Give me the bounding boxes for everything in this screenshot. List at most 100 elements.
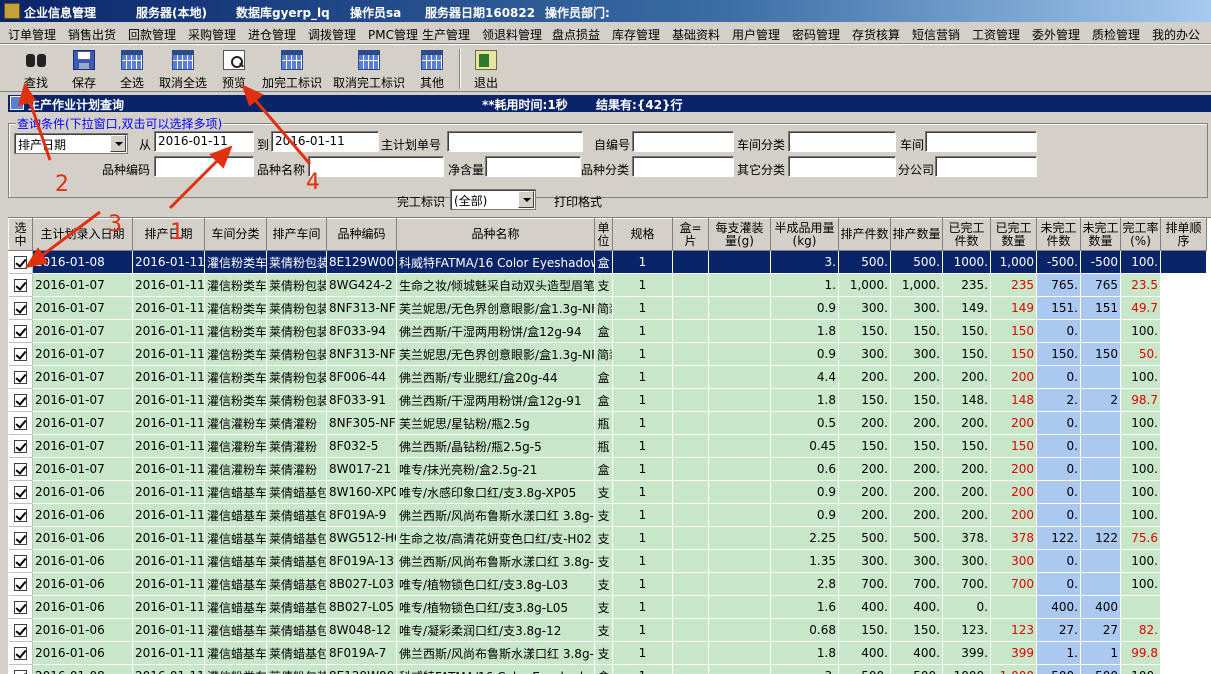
menu-item[interactable]: 我的办公 [1152, 26, 1200, 43]
table-row[interactable]: 2016-01-062016-01-11灌信蜡基车间莱倩蜡基包8F019A-9佛… [8, 503, 1207, 527]
row-checkbox[interactable] [13, 463, 27, 476]
row-checkbox[interactable] [13, 371, 27, 384]
row-checkbox[interactable] [13, 509, 27, 522]
add-done-mark-button[interactable]: 加完工标识 [258, 47, 326, 91]
table-row[interactable]: 2016-01-062016-01-11灌信蜡基车间莱倩蜡基包8B027-L03… [8, 572, 1207, 596]
menu-item[interactable]: 生产管理 [422, 26, 470, 43]
table-row[interactable]: 2016-01-072016-01-11灌信粉类车间莱倩粉包装8F033-94佛… [8, 319, 1207, 343]
table-row[interactable]: 2016-01-072016-01-11灌信灌粉车间莱倩灌粉8F032-5佛兰西… [8, 434, 1207, 458]
row-checkbox[interactable] [13, 624, 27, 637]
menu-item[interactable]: 调拨管理 [308, 26, 356, 43]
done-mark-select[interactable]: (全部) [450, 189, 536, 210]
row-select-cell[interactable] [8, 457, 33, 481]
row-select-cell[interactable] [8, 434, 33, 458]
column-header[interactable]: 排产件数 [838, 218, 891, 251]
column-header[interactable]: 半成品用量(kg) [770, 218, 839, 251]
table-row[interactable]: 2016-01-062016-01-11灌信蜡基车间莱倩蜡基包8WG512-H0… [8, 526, 1207, 550]
menu-item[interactable]: 采购管理 [188, 26, 236, 43]
select-all-button[interactable]: 全选 [112, 47, 152, 91]
net-content-input[interactable] [485, 156, 581, 177]
menu-item[interactable]: 工资管理 [972, 26, 1020, 43]
table-row[interactable]: 2016-01-072016-01-11灌信粉类车间莱倩粉包装8F006-44佛… [8, 365, 1207, 389]
exit-button[interactable]: 退出 [466, 47, 506, 91]
table-row[interactable]: 2016-01-062016-01-11灌信蜡基车间莱倩蜡基包8W160-XP0… [8, 480, 1207, 504]
row-select-cell[interactable] [8, 365, 33, 389]
row-checkbox[interactable] [13, 440, 27, 453]
column-header[interactable]: 规格 [612, 218, 673, 251]
column-header[interactable]: 车间分类 [204, 218, 267, 251]
row-checkbox[interactable] [13, 486, 27, 499]
branch-input[interactable] [935, 156, 1037, 177]
row-checkbox[interactable] [13, 256, 27, 269]
product-code-input[interactable] [154, 156, 254, 177]
row-checkbox[interactable] [13, 394, 27, 407]
row-select-cell[interactable] [8, 595, 33, 619]
column-header[interactable]: 排产车间 [266, 218, 327, 251]
menu-item[interactable]: 进仓管理 [248, 26, 296, 43]
table-row[interactable]: 2016-01-072016-01-11灌信粉类车间莱倩粉包装8F033-91佛… [8, 388, 1207, 412]
row-select-cell[interactable] [8, 342, 33, 366]
other-cat-input[interactable] [788, 156, 896, 177]
row-select-cell[interactable] [8, 526, 33, 550]
column-header[interactable]: 排单顺序 [1160, 218, 1207, 251]
menu-item[interactable]: 领退料管理 [482, 26, 542, 43]
table-row[interactable]: 2016-01-072016-01-11灌信灌粉车间莱倩灌粉8NF305-NF0… [8, 411, 1207, 435]
row-checkbox[interactable] [13, 279, 27, 292]
row-select-cell[interactable] [8, 480, 33, 504]
save-button[interactable]: 保存 [64, 47, 104, 91]
column-header[interactable]: 完工率(%) [1120, 218, 1161, 251]
row-checkbox[interactable] [13, 601, 27, 614]
table-row[interactable]: 2016-01-062016-01-11灌信蜡基车间莱倩蜡基包8F019A-7佛… [8, 641, 1207, 665]
row-checkbox[interactable] [13, 578, 27, 591]
row-select-cell[interactable] [8, 549, 33, 573]
column-header[interactable]: 每支灌装量(g) [708, 218, 771, 251]
row-checkbox[interactable] [13, 325, 27, 338]
date-field-select[interactable]: 排产日期 [14, 133, 128, 154]
column-header[interactable]: 未完工数量 [1080, 218, 1121, 251]
chevron-down-icon[interactable] [518, 191, 534, 208]
menu-item[interactable]: PMC管理 [368, 26, 418, 43]
row-checkbox[interactable] [13, 348, 27, 361]
column-header[interactable]: 未完工件数 [1036, 218, 1081, 251]
deselect-all-button[interactable]: 取消全选 [156, 47, 210, 91]
row-select-cell[interactable] [8, 388, 33, 412]
row-select-cell[interactable] [8, 572, 33, 596]
menu-item[interactable]: 密码管理 [792, 26, 840, 43]
row-select-cell[interactable] [8, 664, 33, 674]
table-row[interactable]: 2016-01-062016-01-11灌信蜡基车间莱倩蜡基包8F019A-13… [8, 549, 1207, 573]
menu-item[interactable]: 回款管理 [128, 26, 176, 43]
column-header[interactable]: 已完工数量 [990, 218, 1037, 251]
column-header[interactable]: 品种名称 [396, 218, 595, 251]
table-row[interactable]: 2016-01-072016-01-11灌信粉类车间莱倩粉包装8NF313-NF… [8, 296, 1207, 320]
table-row[interactable]: 2016-01-082016-01-11灌信粉类车间莱倩粉包装8E129W001… [8, 664, 1207, 674]
column-header[interactable]: 选中 [8, 218, 33, 251]
from-date-input[interactable]: 2016-01-11 [154, 131, 254, 152]
row-checkbox[interactable] [13, 670, 27, 674]
row-select-cell[interactable] [8, 296, 33, 320]
menu-item[interactable]: 库存管理 [612, 26, 660, 43]
row-select-cell[interactable] [8, 273, 33, 297]
table-row[interactable]: 2016-01-072016-01-11灌信粉类车间莱倩粉包装8NF313-NF… [8, 342, 1207, 366]
cancel-done-mark-button[interactable]: 取消完工标识 [330, 47, 408, 91]
to-date-input[interactable]: 2016-01-11 [271, 131, 379, 152]
other-button[interactable]: 其他 [412, 47, 452, 91]
find-button[interactable]: 查找 [14, 47, 58, 91]
menu-item[interactable]: 质检管理 [1092, 26, 1140, 43]
table-row[interactable]: 2016-01-062016-01-11灌信蜡基车间莱倩蜡基包8W048-12唯… [8, 618, 1207, 642]
table-row[interactable]: 2016-01-072016-01-11灌信粉类车间莱倩粉包装8WG424-2生… [8, 273, 1207, 297]
table-row[interactable]: 2016-01-082016-01-11灌信粉类车间莱倩粉包装8E129W001… [8, 250, 1207, 274]
menu-item[interactable]: 存货核算 [852, 26, 900, 43]
menu-item[interactable]: 订单管理 [8, 26, 56, 43]
column-header[interactable]: 排产日期 [132, 218, 205, 251]
self-code-input[interactable] [632, 131, 734, 152]
row-checkbox[interactable] [13, 417, 27, 430]
menu-item[interactable]: 基础资料 [672, 26, 720, 43]
column-header[interactable]: 盒=片 [672, 218, 709, 251]
menu-item[interactable]: 短信营销 [912, 26, 960, 43]
table-row[interactable]: 2016-01-072016-01-11灌信灌粉车间莱倩灌粉8W017-21唯专… [8, 457, 1207, 481]
menu-item[interactable]: 委外管理 [1032, 26, 1080, 43]
menu-item[interactable]: 盘点损益 [552, 26, 600, 43]
menu-item[interactable]: 销售出货 [68, 26, 116, 43]
column-header[interactable]: 已完工件数 [942, 218, 991, 251]
row-checkbox[interactable] [13, 647, 27, 660]
